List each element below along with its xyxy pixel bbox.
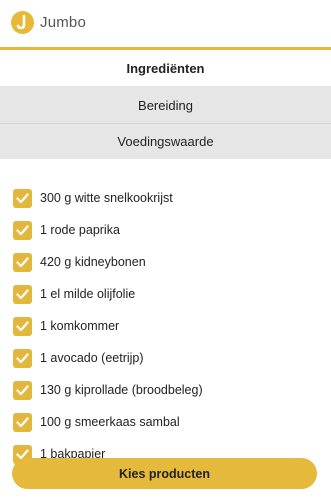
ingredient-label: 1 komkommer [40,319,120,333]
ingredient-label: 1 el milde olijfolie [40,287,136,301]
ingredient-label: 1 avocado (eetrijp) [40,351,144,365]
ingredient-item[interactable]: 1 avocado (eetrijp) [13,342,331,374]
ingredient-item[interactable]: 420 g kidneybonen [13,246,331,278]
checkmark-icon[interactable] [13,252,32,272]
recipe-tabs: Ingrediënten Bereiding Voedingswaarde [0,50,331,159]
tab-bereiding[interactable]: Bereiding [0,87,331,123]
checkmark-icon[interactable] [13,188,32,208]
tab-voedingswaarde[interactable]: Voedingswaarde [0,123,331,159]
checkmark-icon[interactable] [13,380,32,400]
checkmark-icon[interactable] [13,316,32,336]
ingredient-label: 1 rode paprika [40,223,120,237]
ingredient-label: 100 g smeerkaas sambal [40,415,180,429]
checkmark-icon[interactable] [13,284,32,304]
ingredient-label: 420 g kidneybonen [40,255,146,269]
brand-name: Jumbo [40,13,87,31]
ingredient-item[interactable]: 300 g witte snelkookrijst [13,182,331,214]
ingredient-item[interactable]: 130 g kiprollade (broodbeleg) [13,374,331,406]
ingredient-label: 300 g witte snelkookrijst [40,191,173,205]
ingredient-list: 300 g witte snelkookrijst 1 rode paprika… [0,159,331,470]
checkmark-icon[interactable] [13,412,32,432]
checkmark-icon[interactable] [13,220,32,240]
ingredient-item[interactable]: 1 el milde olijfolie [13,278,331,310]
kies-producten-button[interactable]: Kies producten [12,458,317,489]
ingredient-item[interactable]: 1 komkommer [13,310,331,342]
jumbo-logo-icon[interactable] [11,10,34,34]
ingredient-label: 130 g kiprollade (broodbeleg) [40,383,203,397]
tab-ingredienten[interactable]: Ingrediënten [0,50,331,87]
ingredient-item[interactable]: 100 g smeerkaas sambal [13,406,331,438]
app-header: Jumbo [0,0,331,44]
checkmark-icon[interactable] [13,348,32,368]
ingredient-item[interactable]: 1 rode paprika [13,214,331,246]
